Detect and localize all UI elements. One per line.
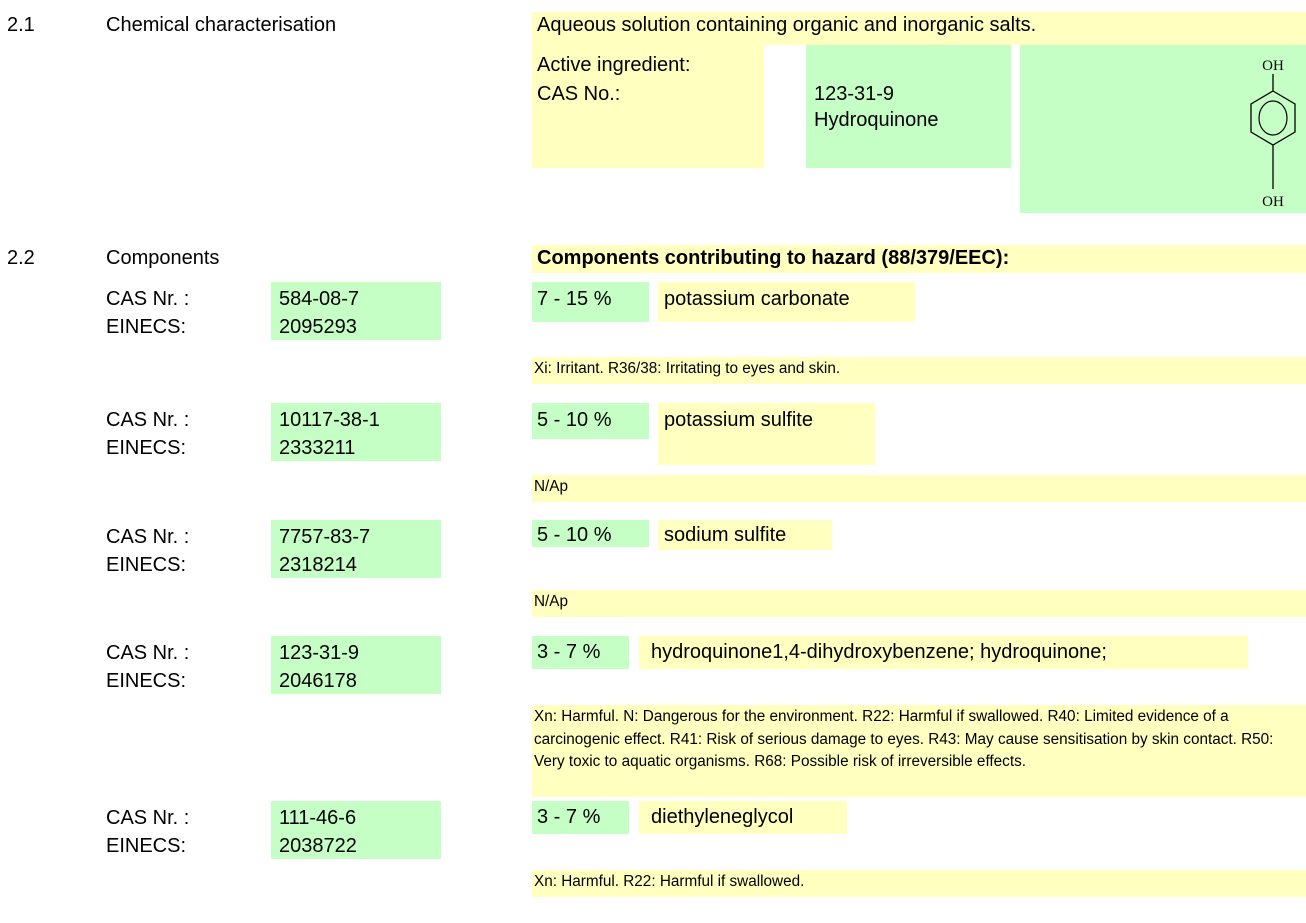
component-ids: 584-08-7 2095293 — [271, 282, 441, 340]
benzene-ring — [1250, 90, 1296, 146]
component-name: hydroquinone1,4-dihydroxybenzene; hydroq… — [639, 636, 1248, 669]
component-hazard: N/Ap — [532, 475, 1306, 502]
aromatic-ring-circle — [1258, 100, 1288, 136]
component-cas: 123-31-9 — [279, 642, 360, 664]
component-hazard: Xi: Irritant. R36/38: Irritating to eyes… — [532, 357, 1306, 384]
active-ingredient-cell: Active ingredient: CAS No.: — [532, 45, 764, 168]
component-ids: 123-31-9 2046178 — [271, 636, 441, 694]
cas-label: CAS Nr. : — [106, 807, 190, 829]
component-range: 3 - 7 % — [532, 636, 629, 669]
cas-label: CAS Nr. : — [106, 288, 190, 310]
einecs-label: EINECS: — [106, 670, 187, 692]
top-oh-label: OH — [1262, 58, 1284, 74]
component-hazard: Xn: Harmful. R22: Harmful if swallowed. — [532, 870, 1306, 897]
component-einecs: 2095293 — [279, 316, 357, 338]
substance-cas-value: 123-31-9 — [814, 83, 895, 105]
component-name: potassium carbonate — [658, 282, 915, 322]
cas-label: CAS Nr. : — [106, 409, 190, 431]
component-name: potassium sulfite — [658, 403, 875, 465]
component-einecs: 2333211 — [279, 437, 356, 459]
cas-label: CAS Nr. : — [106, 526, 190, 548]
substance-name: Hydroquinone — [814, 109, 939, 131]
cas-no-label: CAS No.: — [537, 83, 621, 105]
section-label-chemical-characterisation: Chemical characterisation — [106, 14, 337, 36]
section-label-components: Components — [106, 247, 220, 269]
component-ids: 7757-83-7 2318214 — [271, 520, 441, 578]
einecs-label: EINECS: — [106, 437, 187, 459]
component-einecs: 2318214 — [279, 554, 357, 576]
component-einecs: 2038722 — [279, 835, 357, 857]
section-number-2-2: 2.2 — [7, 247, 35, 269]
hydroquinone-structure-diagram: OH OH — [1250, 58, 1296, 210]
active-ingredient-label: Active ingredient: — [537, 54, 691, 76]
component-hazard: N/Ap — [532, 590, 1306, 617]
components-header: Components contributing to hazard (88/37… — [532, 245, 1306, 273]
component-range: 5 - 10 % — [532, 403, 649, 439]
bottom-oh-label: OH — [1262, 194, 1284, 210]
section-number-2-1: 2.1 — [7, 14, 35, 36]
component-name: diethyleneglycol — [639, 801, 847, 834]
structure-cell: OH OH — [1020, 45, 1306, 213]
component-cas: 10117-38-1 — [279, 409, 380, 431]
component-range: 3 - 7 % — [532, 801, 629, 834]
component-range: 5 - 10 % — [532, 520, 649, 547]
substance-cell: 123-31-9 Hydroquinone — [806, 45, 1011, 168]
component-ids: 10117-38-1 2333211 — [271, 403, 441, 461]
component-hazard: Xn: Harmful. N: Dangerous for the enviro… — [532, 705, 1306, 797]
cas-label: CAS Nr. : — [106, 642, 190, 664]
einecs-label: EINECS: — [106, 316, 187, 338]
chemical-description: Aqueous solution containing organic and … — [532, 12, 1306, 45]
component-cas: 111-46-6 — [279, 807, 357, 829]
component-einecs: 2046178 — [279, 670, 357, 692]
einecs-label: EINECS: — [106, 835, 187, 857]
component-cas: 584-08-7 — [279, 288, 360, 310]
component-cas: 7757-83-7 — [279, 526, 371, 548]
component-ids: 111-46-6 2038722 — [271, 801, 441, 859]
component-range: 7 - 15 % — [532, 282, 649, 322]
einecs-label: EINECS: — [106, 554, 187, 576]
component-name: sodium sulfite — [658, 520, 832, 550]
